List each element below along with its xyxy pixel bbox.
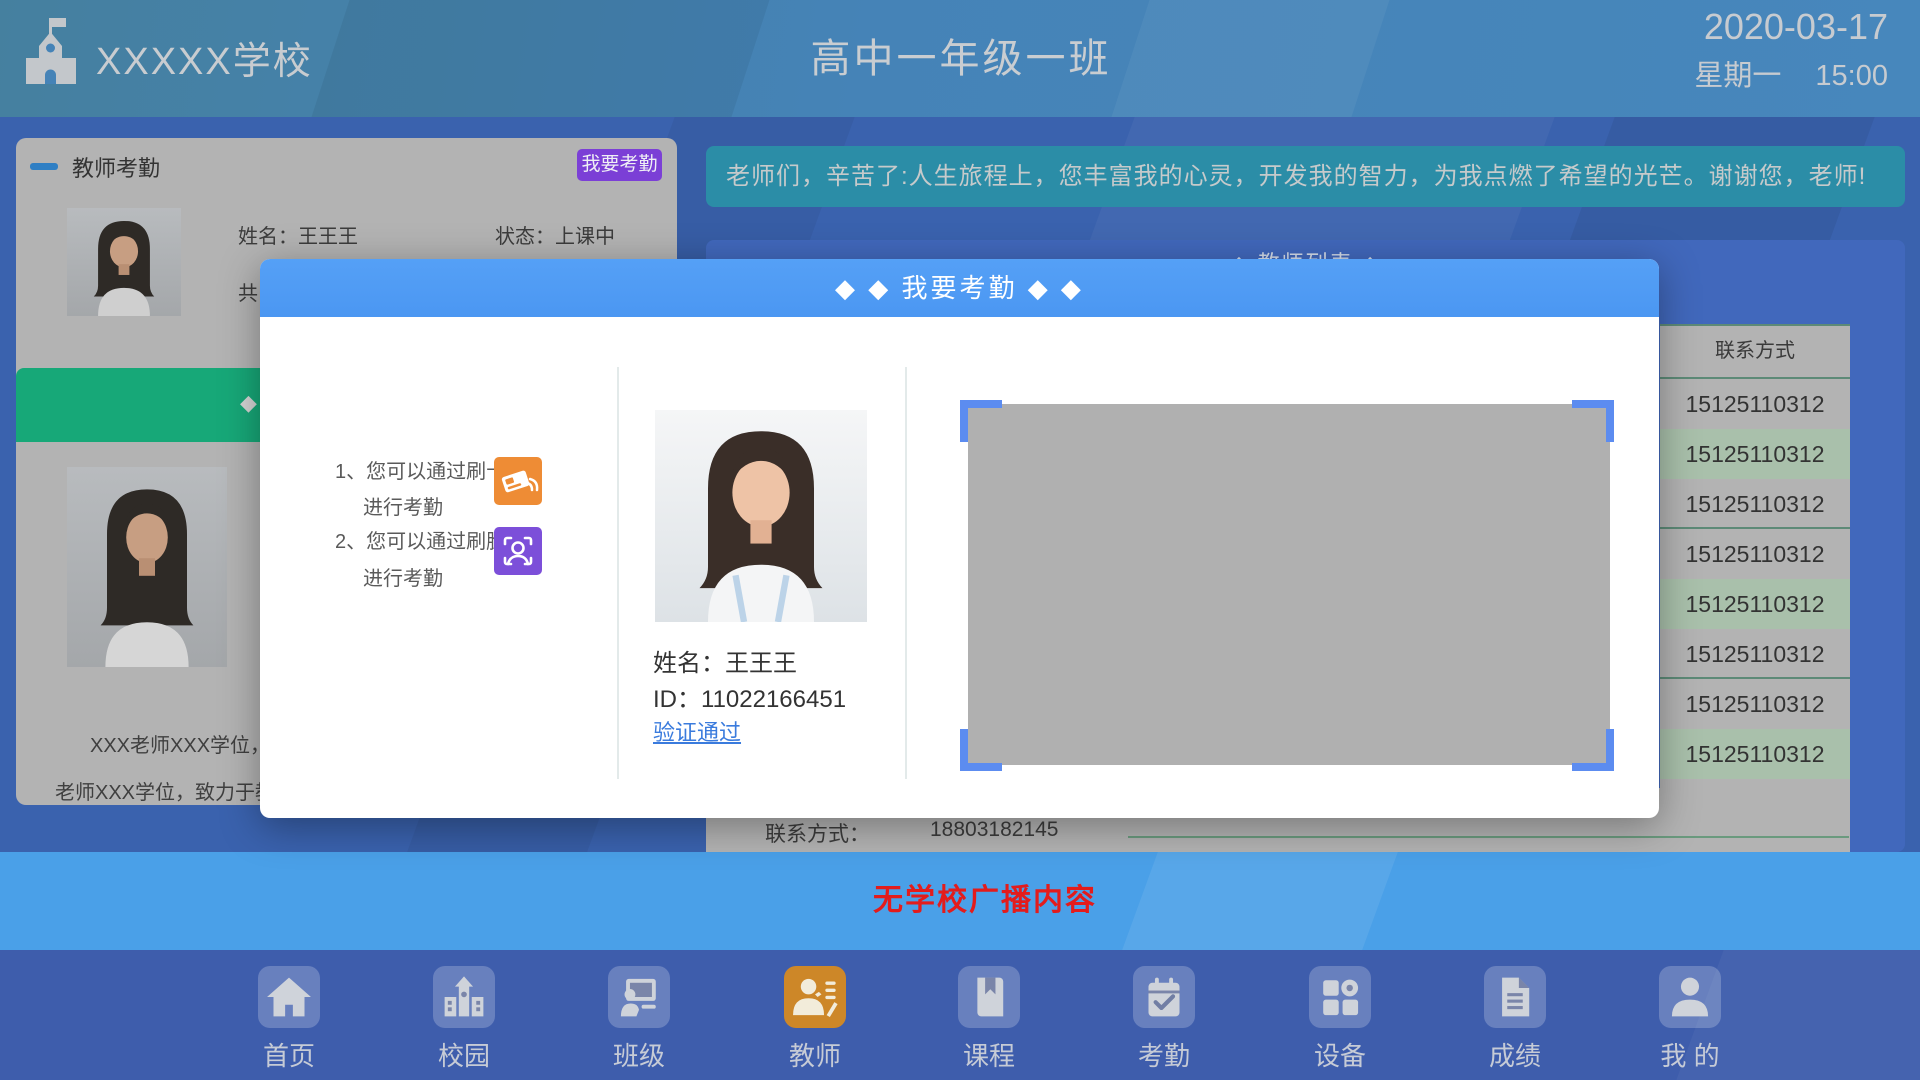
bottom-nav: 首页 校园 [0,950,1920,1080]
nav-item-grades[interactable]: 成绩 [1445,950,1585,1080]
nav-label: 校园 [394,1036,534,1073]
course-icon [958,966,1020,1028]
camera-preview [968,404,1610,765]
modal-divider [617,367,619,779]
nav-item-course[interactable]: 课程 [919,950,1059,1080]
school-name: XXXXX学校 [96,30,313,85]
teacher-name: 姓名：王王王 [238,220,358,249]
phone-cell: 15125110312 [1660,479,1850,529]
profile-icon [1659,966,1721,1028]
phone-cell: 15125110312 [1660,679,1850,729]
header-bar: XXXXX学校 高中一年级一班 2020-03-17 星期一 15:00 [0,0,1920,117]
nav-label: 班级 [569,1036,709,1073]
marquee-text: 老师们，辛苦了:人生旅程上，您丰富我的心灵，开发我的智力，为我点燃了希望的光芒。… [726,146,1866,207]
attendance-modal: ◆ ◆ 我要考勤 ◆ ◆ 1、您可以通过刷卡 进行考勤 2、您可以通过刷脸 进行… [260,259,1659,818]
corner-bracket [960,729,1002,771]
broadcast-banner: 无学校广播内容 [0,852,1920,950]
modal-title-bar: ◆ ◆ 我要考勤 ◆ ◆ [260,259,1659,317]
header-weekday-time: 星期一 15:00 [1694,52,1888,94]
time-text: 15:00 [1815,60,1888,92]
attendance-count-partial: 共 [238,277,258,306]
nav-label: 首页 [219,1036,359,1073]
teacher-attendance-title: 教师考勤 [72,151,160,183]
nav-label: 课程 [919,1036,1059,1073]
teacher-status: 状态：上课中 [495,220,615,249]
phone-cell: 15125110312 [1660,629,1850,679]
nav-item-campus[interactable]: 校园 [394,950,534,1080]
diamond-ornament: ◆ [240,390,257,416]
nav-item-attendance[interactable]: 考勤 [1094,950,1234,1080]
instruction-1-line2: 进行考勤 [363,491,443,520]
phone-cell: 15125110312 [1660,729,1850,779]
nav-item-teacher[interactable]: 教师 [745,950,885,1080]
corner-bracket [1572,400,1614,442]
teacher-photo [67,208,181,316]
broadcast-text: 无学校广播内容 [873,852,1097,950]
header-date: 2020-03-17 [1704,6,1888,48]
detail-underline [1128,836,1849,838]
grades-icon [1484,966,1546,1028]
attendance-button[interactable]: 我要考勤 [577,149,662,181]
teacher-icon [784,966,846,1028]
modal-divider [905,367,907,779]
contact-table: 联系方式 15125110312 15125110312 15125110312… [1660,324,1850,852]
verify-id: ID：11022166451 [653,679,846,714]
header-deco-shape [1104,0,1396,117]
smart-campus-screen: XXXXX学校 高中一年级一班 2020-03-17 星期一 15:00 教师考… [0,0,1920,1080]
attendance-icon [1133,966,1195,1028]
nav-item-profile[interactable]: 我 的 [1620,950,1760,1080]
nav-item-home[interactable]: 首页 [219,950,359,1080]
nav-label: 设备 [1270,1036,1410,1073]
instruction-1-line1: 1、您可以通过刷卡 [335,455,506,484]
contact-value: 18803182145 [930,818,1058,842]
campus-icon [433,966,495,1028]
class-icon [608,966,670,1028]
nav-label: 我 的 [1620,1036,1760,1073]
nav-label: 成绩 [1445,1036,1585,1073]
face-scan-icon [494,527,542,575]
card-swipe-icon [494,457,542,505]
nav-label: 教师 [745,1036,885,1073]
verify-name: 姓名：王王王 [653,643,797,678]
contact-column-header: 联系方式 [1660,326,1850,379]
nav-label: 考勤 [1094,1036,1234,1073]
instruction-2-line1: 2、您可以通过刷脸 [335,525,506,554]
home-icon [258,966,320,1028]
phone-cell: 15125110312 [1660,579,1850,629]
verify-status-link[interactable]: 验证通过 [653,715,741,747]
phone-cell: 15125110312 [1660,529,1850,579]
phone-cell: 15125110312 [1660,379,1850,429]
weekday-text: 星期一 [1694,60,1781,92]
corner-bracket [960,400,1002,442]
devices-icon [1309,966,1371,1028]
corner-bracket [1572,729,1614,771]
panel-title-dash [30,163,58,170]
contact-label: 联系方式： [765,818,870,848]
marquee-banner: 老师们，辛苦了:人生旅程上，您丰富我的心灵，开发我的智力，为我点燃了希望的光芒。… [706,146,1905,207]
phone-cell: 15125110312 [1660,429,1850,479]
nav-item-devices[interactable]: 设备 [1270,950,1410,1080]
class-title: 高中一年级一班 [811,26,1112,84]
teacher-intro-photo [67,467,227,667]
header-deco-shape [304,0,776,117]
verify-photo [655,410,867,622]
nav-item-class[interactable]: 班级 [569,950,709,1080]
broadcast-deco-shape [1122,852,1398,950]
school-logo-icon [20,12,82,84]
instruction-2-line2: 进行考勤 [363,562,443,591]
